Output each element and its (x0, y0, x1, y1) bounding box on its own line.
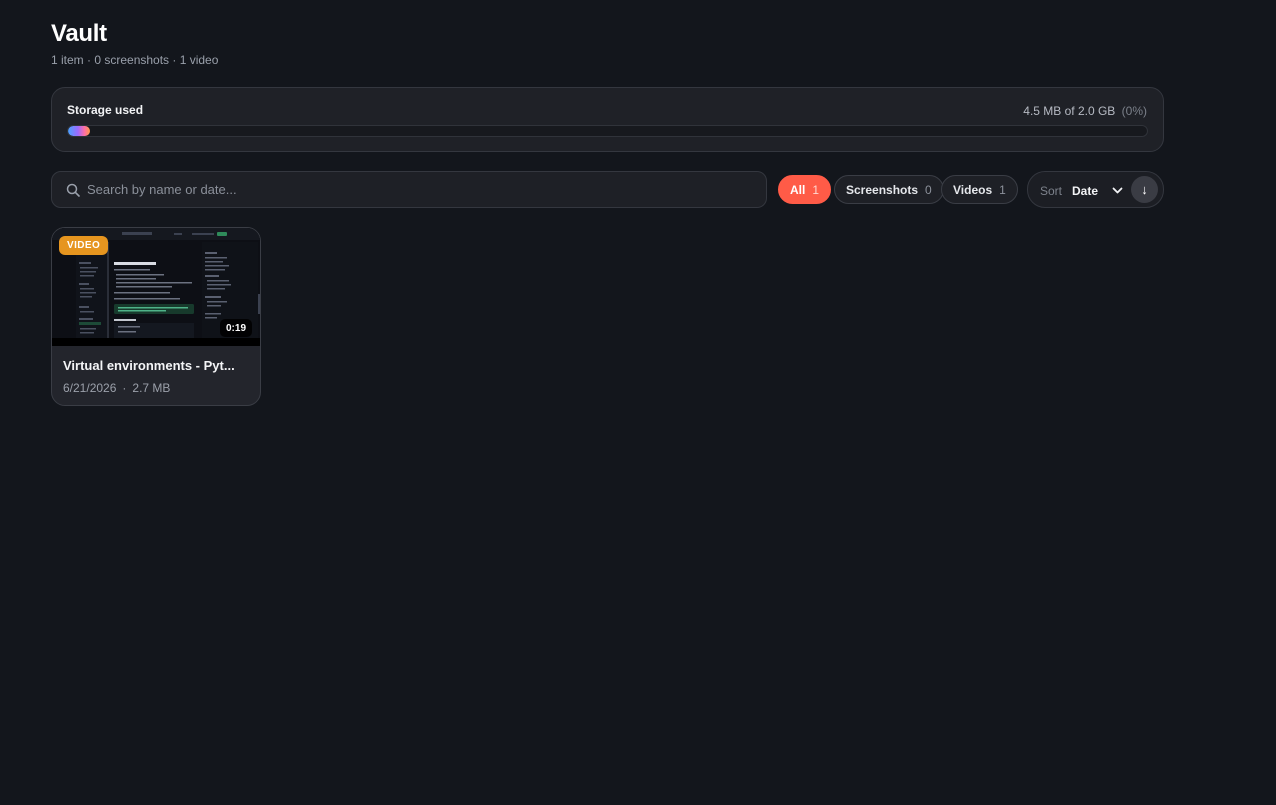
sort-select[interactable]: Date (1072, 184, 1098, 198)
item-date: 6/21/2026 (63, 381, 117, 395)
filter-chip-label: Videos (953, 182, 993, 197)
filter-chip-label: All (790, 182, 806, 197)
arrow-down-icon: ↓ (1141, 182, 1148, 197)
storage-progress-fill (68, 126, 90, 136)
item-meta: 6/21/2026 · 2.7 MB (63, 381, 170, 395)
thumbnail-bottom-bar (52, 338, 260, 346)
storage-label: Storage used (67, 103, 144, 117)
vault-page: Vault 1 item · 0 screenshots · 1 video S… (0, 0, 1276, 805)
item-title: Virtual environments - Pyt... (63, 358, 235, 373)
storage-amount: 4.5 MB of 2.0 GB (0%) (1023, 104, 1147, 118)
sort-direction-button[interactable]: ↓ (1131, 176, 1158, 203)
sort-control: Sort Date ↓ (1027, 171, 1164, 208)
page-title: Vault (51, 20, 107, 47)
storage-panel: Storage used 4.5 MB of 2.0 GB (0%) (51, 87, 1164, 152)
filter-chip-label: Screenshots (846, 182, 919, 197)
search-input[interactable] (87, 172, 747, 207)
storage-amount-text: 4.5 MB of 2.0 GB (1023, 104, 1116, 118)
video-thumbnail[interactable]: VIDEO 0:19 (52, 228, 260, 346)
filter-chip-screenshots[interactable]: Screenshots 0 (834, 175, 944, 204)
meta-separator: · (122, 381, 127, 395)
search-icon (66, 183, 80, 197)
storage-percent: (0%) (1121, 104, 1147, 118)
filter-chip-videos[interactable]: Videos 1 (941, 175, 1018, 204)
page-subtitle: 1 item · 0 screenshots · 1 video (51, 53, 219, 67)
filter-chip-all[interactable]: All 1 (778, 175, 832, 204)
video-duration-badge: 0:19 (219, 319, 252, 337)
filter-chip-count: 0 (925, 182, 932, 197)
vault-item-card[interactable]: VIDEO 0:19 Virtual environments - Pyt...… (51, 227, 261, 406)
filter-chip-count: 1 (999, 182, 1006, 197)
filter-chip-count: 1 (812, 182, 820, 197)
search-box[interactable] (51, 171, 767, 208)
sort-label: Sort (1040, 184, 1063, 198)
item-size: 2.7 MB (132, 381, 171, 395)
video-type-badge: VIDEO (59, 236, 109, 255)
chevron-down-icon[interactable] (1112, 185, 1123, 196)
storage-progress-bar (67, 125, 1148, 137)
